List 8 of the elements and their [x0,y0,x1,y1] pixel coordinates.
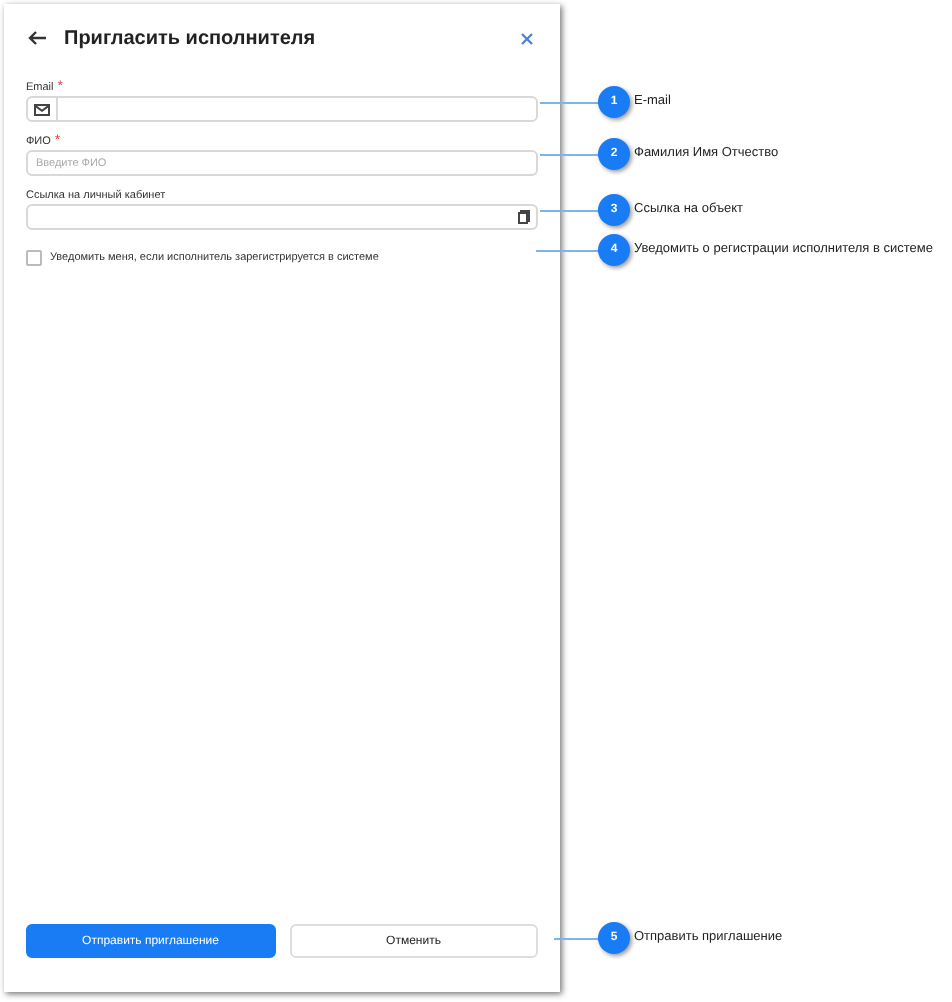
checkbox[interactable] [26,250,42,266]
close-icon[interactable] [520,31,534,45]
dialog-title: Пригласить исполнителя [64,27,316,49]
email-field[interactable] [26,96,538,122]
copy-icon[interactable] [518,210,530,224]
envelope-icon [34,103,50,115]
back-arrow-icon[interactable] [28,30,48,46]
link-field[interactable] [26,204,538,230]
